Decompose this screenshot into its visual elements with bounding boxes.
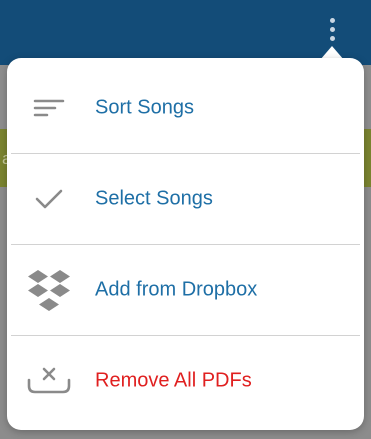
menu-item-label: Sort Songs — [95, 96, 194, 119]
more-options-button[interactable] — [322, 14, 342, 44]
menu-item-remove-all-pdfs[interactable]: Remove All PDFs — [7, 336, 364, 426]
menu-item-label: Select Songs — [95, 187, 213, 210]
checkmark-icon — [25, 175, 73, 223]
options-menu: Sort Songs Select Songs Add from Dropbox — [7, 58, 364, 430]
remove-tray-icon — [25, 357, 73, 405]
sort-icon — [25, 84, 73, 132]
menu-item-sort-songs[interactable]: Sort Songs — [7, 63, 364, 153]
menu-item-add-from-dropbox[interactable]: Add from Dropbox — [7, 245, 364, 335]
menu-item-label: Remove All PDFs — [95, 369, 252, 392]
more-vertical-icon-dot — [329, 35, 335, 41]
more-vertical-icon — [329, 17, 335, 23]
menu-item-label: Add from Dropbox — [95, 278, 258, 301]
more-vertical-icon-dot — [329, 26, 335, 32]
dropbox-icon — [25, 266, 73, 314]
app-header — [0, 0, 371, 65]
menu-item-select-songs[interactable]: Select Songs — [7, 154, 364, 244]
